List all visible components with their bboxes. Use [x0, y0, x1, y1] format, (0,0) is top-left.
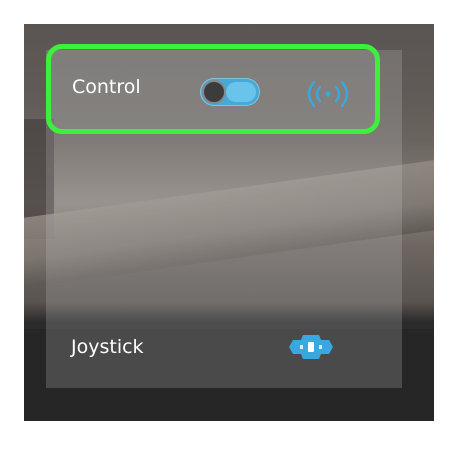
toggle-track [226, 82, 256, 102]
joystick-label: Joystick [71, 336, 144, 358]
broadcast-icon [307, 80, 349, 108]
control-toggle[interactable] [200, 78, 260, 106]
control-label: Control [72, 76, 141, 98]
gamepad-icon[interactable] [283, 330, 339, 364]
toggle-knob [202, 80, 226, 104]
